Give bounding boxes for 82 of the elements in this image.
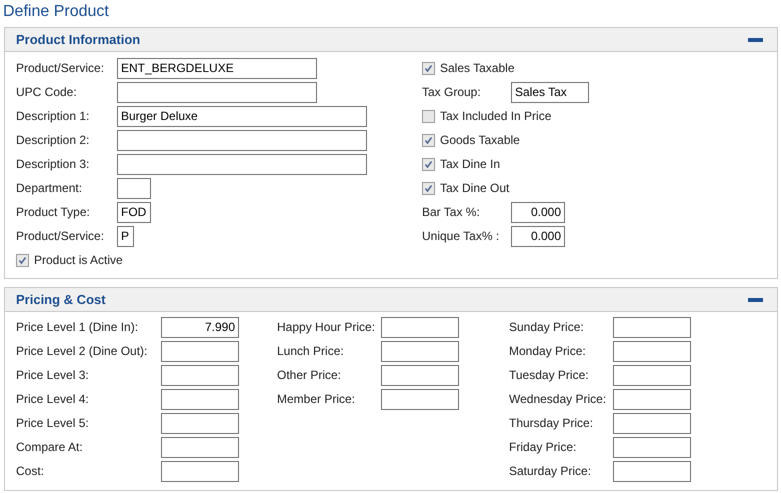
field-label: Description 2:	[16, 132, 90, 149]
field-label: Sunday Price:	[509, 319, 585, 336]
input-field[interactable]	[381, 388, 459, 410]
field-label: Lunch Price:	[277, 343, 345, 360]
input-field[interactable]: Burger Deluxe	[117, 106, 367, 126]
input-field[interactable]	[613, 364, 691, 386]
field-label: Wednesday Price:	[509, 391, 608, 408]
field-label: Member Price:	[277, 391, 356, 408]
input-field[interactable]: ENT_BERGDELUXE	[117, 58, 317, 78]
field-label: Other Price:	[277, 367, 342, 384]
minus-icon	[748, 298, 763, 302]
field-label: Product Type:	[16, 204, 91, 221]
checkbox[interactable]	[16, 254, 29, 266]
field-label: Compare At:	[16, 439, 84, 456]
input-field[interactable]	[613, 316, 691, 338]
input-field[interactable]	[613, 436, 691, 458]
field-label: Thursday Price:	[509, 415, 594, 432]
field-label: Price Level 1 (Dine In):	[16, 319, 140, 336]
input-field[interactable]: 0.000	[511, 202, 565, 222]
field-label: Bar Tax %:	[422, 204, 481, 221]
input-field[interactable]	[161, 364, 239, 386]
input-field[interactable]: 0.000	[511, 226, 565, 246]
field-label: Tuesday Price:	[509, 367, 590, 384]
panel-title: Pricing & Cost	[16, 290, 106, 309]
input-field[interactable]	[613, 340, 691, 362]
page-title: Define Product	[2, 2, 110, 22]
field-label: UPC Code:	[16, 84, 78, 101]
input-field[interactable]	[117, 82, 317, 102]
checkbox[interactable]	[422, 110, 435, 122]
input-field[interactable]: 7.990	[161, 316, 239, 338]
checkmark-icon	[18, 256, 27, 264]
field-label: Department:	[16, 180, 84, 197]
field-label: Price Level 2 (Dine Out):	[16, 343, 148, 360]
input-field[interactable]	[161, 340, 239, 362]
checkbox[interactable]	[422, 182, 435, 194]
field-label: Description 1:	[16, 108, 90, 125]
field-label: Price Level 4:	[16, 391, 90, 408]
collapse-button[interactable]	[748, 296, 763, 302]
input-field[interactable]	[117, 178, 151, 198]
checkmark-icon	[424, 64, 433, 72]
field-label: Friday Price:	[509, 439, 578, 456]
input-field[interactable]	[381, 340, 459, 362]
input-field[interactable]: P	[117, 226, 134, 246]
checkbox[interactable]	[422, 134, 435, 146]
field-label: Cost:	[16, 463, 46, 480]
input-field[interactable]	[161, 388, 239, 410]
checkbox-label: Tax Dine Out	[440, 180, 510, 197]
checkbox-label: Product is Active	[34, 252, 123, 269]
field-label: Happy Hour Price:	[277, 319, 376, 336]
checkmark-icon	[424, 184, 433, 192]
input-field[interactable]	[117, 130, 367, 150]
field-label: Description 3:	[16, 156, 90, 173]
field-label: Price Level 5:	[16, 415, 90, 432]
input-field[interactable]	[381, 364, 459, 386]
panel-title: Product Information	[16, 30, 140, 49]
checkbox[interactable]	[422, 62, 435, 74]
minus-icon	[748, 38, 763, 42]
input-field[interactable]	[161, 436, 239, 458]
checkbox-label: Tax Included In Price	[440, 108, 552, 125]
field-label: Tax Group:	[422, 84, 482, 101]
checkbox[interactable]	[422, 158, 435, 170]
input-field[interactable]	[161, 412, 239, 434]
field-label: Product/Service:	[16, 228, 106, 245]
field-label: Monday Price:	[509, 343, 587, 360]
field-label: Saturday Price:	[509, 463, 592, 480]
field-label: Unique Tax% :	[422, 228, 500, 245]
field-label: Product/Service:	[16, 60, 106, 77]
input-field[interactable]	[613, 460, 691, 482]
input-field[interactable]: Sales Tax	[511, 82, 589, 102]
input-field[interactable]	[161, 460, 239, 482]
input-field[interactable]	[613, 412, 691, 434]
checkbox-label: Goods Taxable	[440, 132, 520, 149]
input-field[interactable]: FOD	[117, 202, 151, 222]
checkbox-label: Sales Taxable	[440, 60, 514, 77]
input-field[interactable]	[613, 388, 691, 410]
input-field[interactable]	[381, 316, 459, 338]
checkmark-icon	[424, 136, 433, 144]
checkbox-label: Tax Dine In	[440, 156, 500, 173]
checkmark-icon	[424, 160, 433, 168]
field-label: Price Level 3:	[16, 367, 90, 384]
collapse-button[interactable]	[748, 36, 763, 42]
input-field[interactable]	[117, 154, 367, 174]
